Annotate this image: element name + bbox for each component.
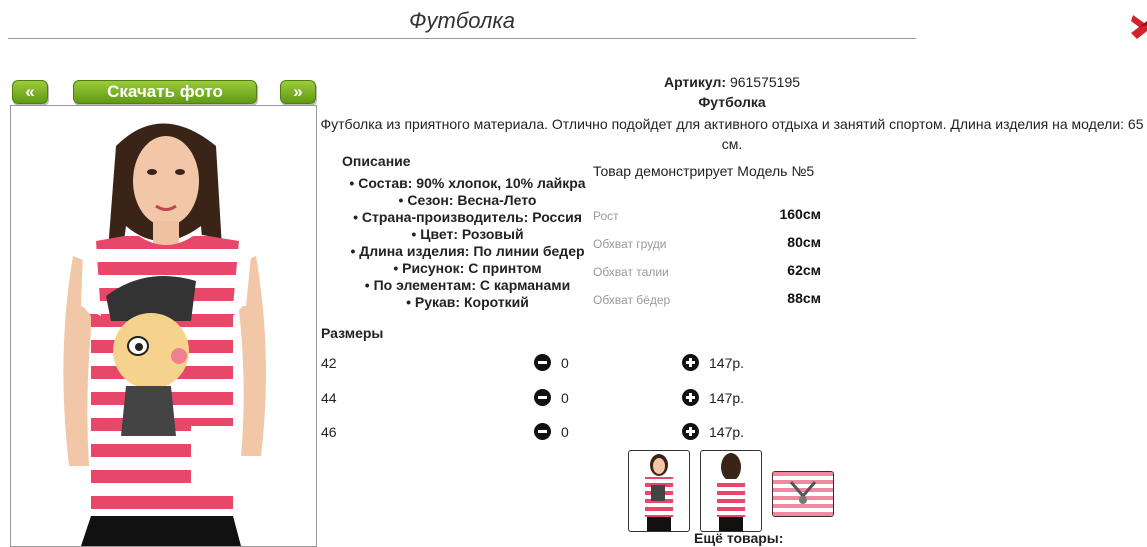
size-value: 44	[321, 390, 337, 406]
plus-icon[interactable]	[682, 354, 699, 371]
description-item: Сезон: Весна-Лето	[345, 192, 590, 209]
quantity-value: 0	[561, 424, 569, 440]
description-heading: Описание	[342, 153, 411, 169]
main-product-photo	[10, 105, 317, 547]
next-photo-button[interactable]: »	[280, 80, 316, 104]
thumbnail-back[interactable]	[700, 450, 762, 532]
model-param-label: Обхват бёдер	[593, 293, 671, 307]
price-value: 147р.	[709, 424, 745, 440]
description-item: Страна-производитель: Россия	[345, 209, 590, 226]
model-param-row: Обхват груди 80см	[593, 234, 823, 254]
model-param-value: 88см	[787, 290, 821, 306]
description-item: По элементам: С карманами	[345, 277, 590, 294]
size-row: 44 0 147р.	[321, 388, 781, 410]
price-value: 147р.	[709, 390, 745, 406]
model-param-value: 80см	[787, 234, 821, 250]
size-value: 46	[321, 424, 337, 440]
price-value: 147р.	[709, 355, 745, 371]
article-label: Артикул:	[663, 74, 727, 90]
description-item: Рисунок: С принтом	[345, 260, 590, 277]
minus-icon[interactable]	[534, 354, 551, 371]
minus-icon[interactable]	[534, 389, 551, 406]
model-param-label: Обхват талии	[593, 265, 669, 279]
thumbnail-detail[interactable]	[772, 471, 834, 517]
close-icon[interactable]	[1131, 13, 1147, 41]
model-param-row: Обхват бёдер 88см	[593, 290, 823, 310]
description-item: Состав: 90% хлопок, 10% лайкра	[345, 175, 590, 192]
product-name: Футболка	[698, 94, 766, 110]
description-list: Состав: 90% хлопок, 10% лайкра Сезон: Ве…	[345, 175, 590, 311]
thumbnail-front[interactable]	[628, 450, 690, 532]
article-value: 961575195	[729, 74, 801, 90]
more-products-label: Ещё товары:	[694, 530, 784, 546]
model-heading: Товар демонстрирует Модель №5	[593, 163, 815, 179]
description-item: Длина изделия: По линии бедер	[345, 243, 590, 260]
description-item: Рукав: Короткий	[345, 294, 590, 311]
sizes-heading: Размеры	[321, 325, 384, 341]
minus-icon[interactable]	[534, 423, 551, 440]
model-param-value: 160см	[779, 206, 821, 222]
size-row: 42 0 147р.	[321, 353, 781, 375]
quantity-value: 0	[561, 390, 569, 406]
size-value: 42	[321, 355, 337, 371]
product-summary: Футболка из приятного материала. Отлично…	[320, 116, 1144, 152]
model-param-label: Обхват груди	[593, 237, 667, 251]
download-photo-button[interactable]: Скачать фото	[73, 80, 257, 104]
model-param-row: Обхват талии 62см	[593, 262, 823, 282]
page-title: Футболка	[8, 8, 916, 39]
description-item: Цвет: Розовый	[345, 226, 590, 243]
quantity-value: 0	[561, 355, 569, 371]
plus-icon[interactable]	[682, 389, 699, 406]
article-line: Артикул: 961575195	[318, 74, 1146, 90]
model-param-row: Рост 160см	[593, 206, 823, 226]
size-row: 46 0 147р.	[321, 422, 781, 444]
model-param-value: 62см	[787, 262, 821, 278]
model-param-label: Рост	[593, 209, 619, 223]
plus-icon[interactable]	[682, 423, 699, 440]
prev-photo-button[interactable]: «	[12, 80, 48, 104]
